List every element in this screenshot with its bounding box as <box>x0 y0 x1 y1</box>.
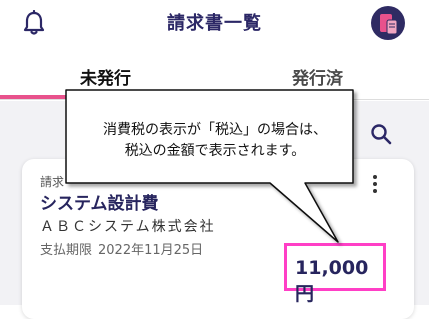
callout-text: 消費税の表示が「税込」の場合は、 税込の金額で表示されます。 <box>70 120 360 162</box>
callout-line-2: 税込の金額で表示されます。 <box>124 143 306 159</box>
callout-line-1: 消費税の表示が「税込」の場合は、 <box>103 122 327 138</box>
